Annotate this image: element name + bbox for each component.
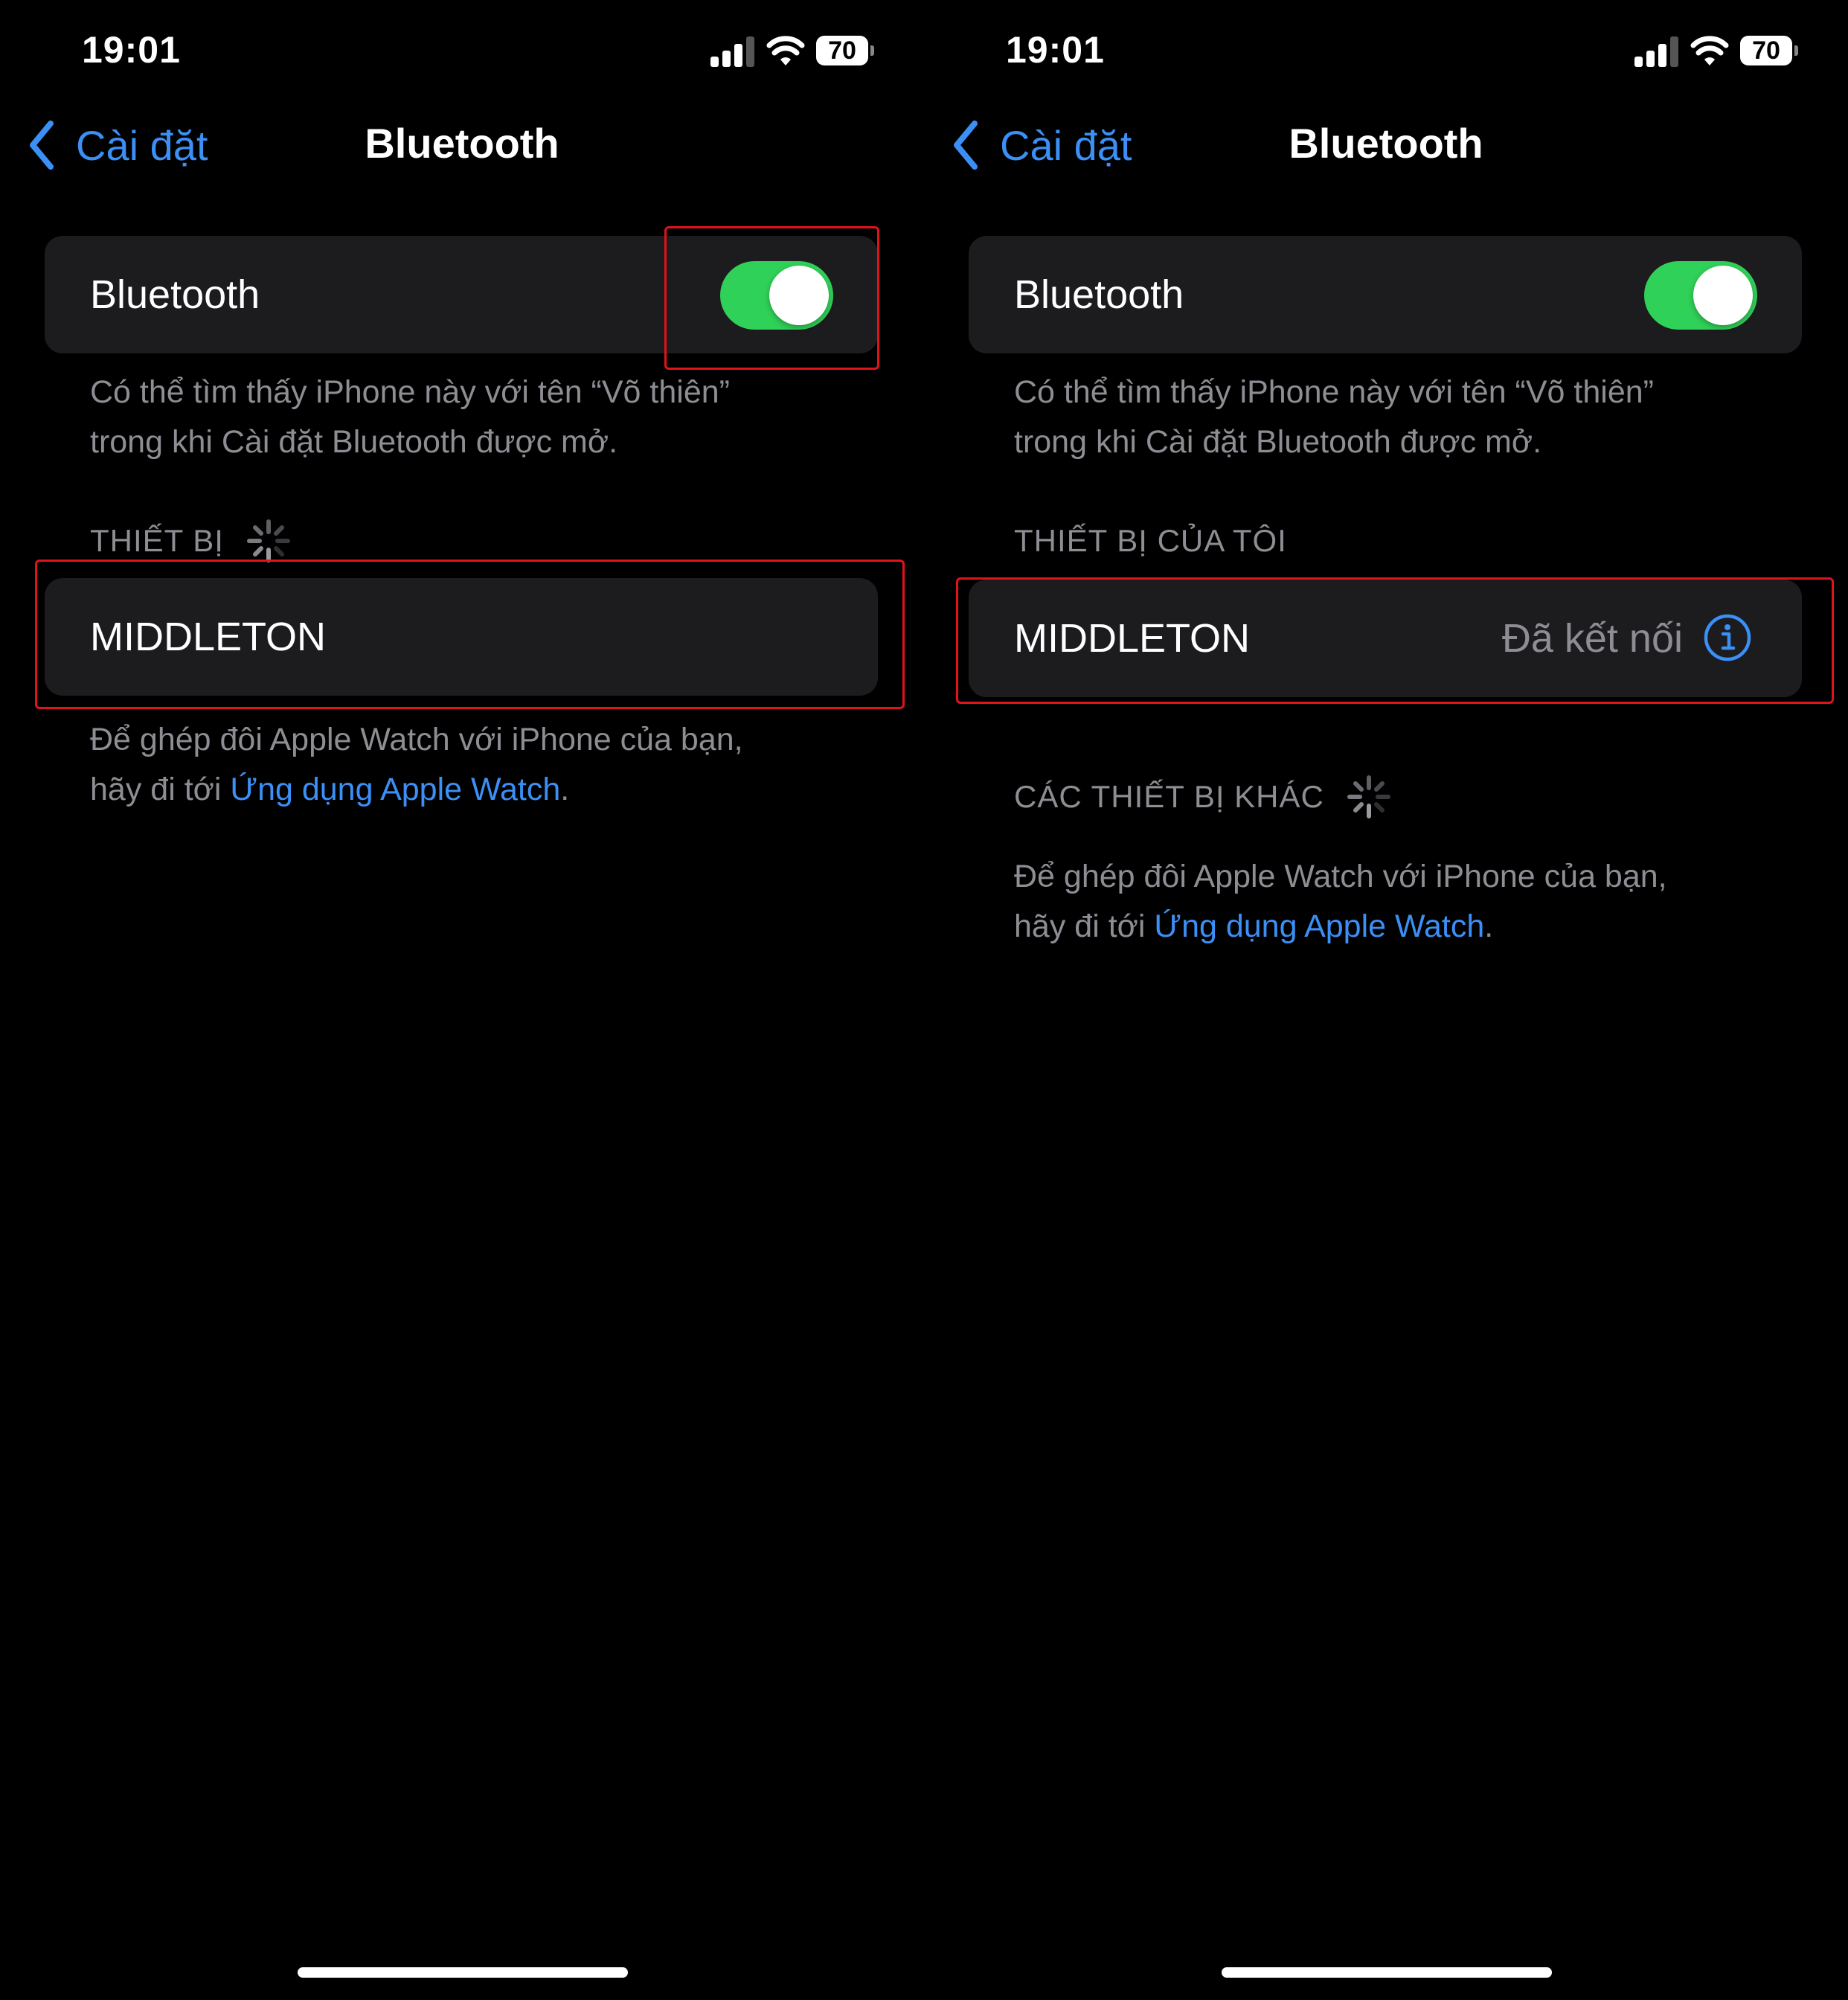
discoverable-note-line1: Có thể tìm thấy iPhone này với tên “Võ t… [1014,374,1654,410]
watch-note: Để ghép đôi Apple Watch với iPhone của b… [90,715,864,815]
home-indicator[interactable] [298,1967,628,1978]
watch-note-suffix: . [560,772,570,807]
my-devices-header-label: THIẾT BỊ CỦA TÔI [1014,523,1287,558]
device-name: MIDDLETON [90,615,327,659]
device-name: MIDDLETON [1014,616,1251,661]
discoverable-note-line2: trong khi Cài đặt Bluetooth được mở. [1014,424,1542,460]
watch-note-line1: Để ghép đôi Apple Watch với iPhone của b… [1014,859,1667,894]
bluetooth-toggle[interactable] [720,261,833,330]
device-cell-middleton[interactable]: MIDDLETON [45,578,878,696]
screen-after: 19:01 70 Cài đặt Bluetooth Bluetooth Có … [924,0,1848,2000]
battery-tip [1794,45,1798,56]
battery-icon: 70 [1740,36,1792,65]
battery-icon: 70 [816,36,868,65]
other-devices-header-label: CÁC THIẾT BỊ KHÁC [1014,779,1324,814]
discoverable-note-line2: trong khi Cài đặt Bluetooth được mở. [90,424,618,460]
page-title: Bluetooth [1289,120,1483,167]
watch-note-prefix: hãy đi tới [1014,908,1155,944]
wifi-icon [1690,36,1729,65]
devices-header: THIẾT BỊ [90,516,292,565]
toggle-knob [769,266,829,325]
apple-watch-app-link[interactable]: Ứng dụng Apple Watch [1154,908,1484,944]
screen-before: 19:01 70 Cài đặt Bluetooth Bluetooth Có … [0,0,924,2000]
loading-spinner-icon [1347,775,1390,818]
home-indicator[interactable] [1222,1967,1552,1978]
watch-note-line2: hãy đi tới Ứng dụng Apple Watch. [1014,902,1788,952]
cellular-signal-icon [710,34,755,67]
watch-note-prefix: hãy đi tới [90,772,231,807]
bluetooth-toggle[interactable] [1644,261,1757,330]
devices-header-label: THIẾT BỊ [90,523,224,558]
bluetooth-cell: Bluetooth [969,236,1802,353]
battery-tip [870,45,874,56]
bluetooth-cell-label: Bluetooth [90,272,260,317]
device-cell-middleton[interactable]: MIDDLETON Đã kết nối [969,580,1802,697]
discoverable-note: Có thể tìm thấy iPhone này với tên “Võ t… [1014,368,1788,467]
status-time: 19:01 [1006,29,1105,71]
cellular-signal-icon [1634,34,1679,67]
other-devices-header: CÁC THIẾT BỊ KHÁC [1014,772,1393,821]
page-title: Bluetooth [365,120,559,167]
my-devices-header: THIẾT BỊ CỦA TÔI [1014,516,1287,565]
watch-note-suffix: . [1484,908,1494,944]
watch-note: Để ghép đôi Apple Watch với iPhone của b… [1014,852,1788,952]
toggle-knob [1693,266,1753,325]
apple-watch-app-link[interactable]: Ứng dụng Apple Watch [230,772,560,807]
loading-spinner-icon [246,519,290,562]
status-time: 19:01 [82,29,181,71]
bluetooth-cell-label: Bluetooth [1014,272,1184,317]
watch-note-line2: hãy đi tới Ứng dụng Apple Watch. [90,765,864,815]
discoverable-note-line1: Có thể tìm thấy iPhone này với tên “Võ t… [90,374,730,410]
discoverable-note: Có thể tìm thấy iPhone này với tên “Võ t… [90,368,864,467]
bluetooth-cell: Bluetooth [45,236,878,353]
wifi-icon [766,36,805,65]
watch-note-line1: Để ghép đôi Apple Watch với iPhone của b… [90,722,743,757]
connection-status: Đã kết nối [1501,616,1683,661]
info-circle-icon[interactable] [1704,614,1751,661]
